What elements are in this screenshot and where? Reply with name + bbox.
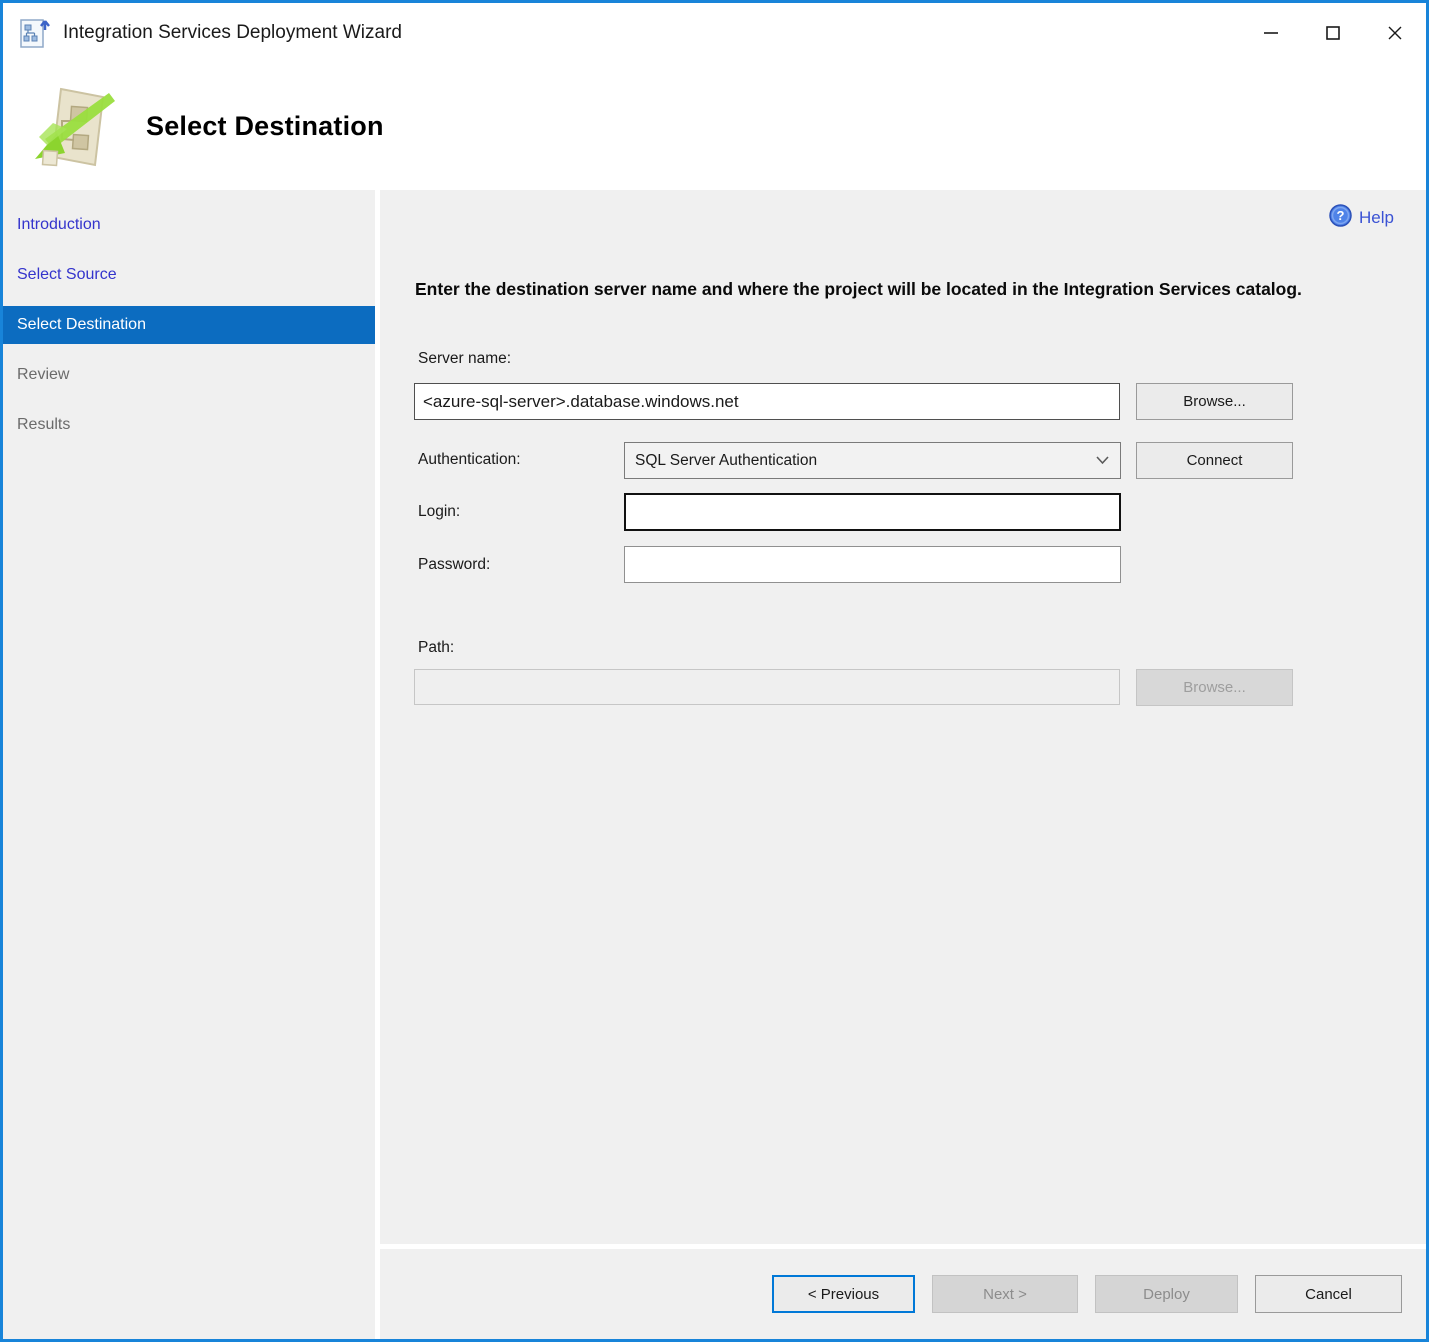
authentication-dropdown[interactable]: SQL Server Authentication	[624, 442, 1121, 479]
content-row: Introduction Select Source Select Destin…	[3, 190, 1426, 1339]
login-label: Login:	[418, 503, 461, 520]
title-bar: Integration Services Deployment Wizard	[3, 3, 1426, 63]
deployment-package-icon	[23, 79, 115, 173]
wizard-steps-sidebar: Introduction Select Source Select Destin…	[3, 190, 380, 1339]
sidebar-item-label: Review	[17, 366, 70, 383]
app-icon	[19, 16, 51, 50]
browse-server-button[interactable]: Browse...	[1136, 383, 1293, 420]
close-button[interactable]	[1364, 3, 1426, 63]
connect-button[interactable]: Connect	[1136, 442, 1293, 479]
sidebar-item-review[interactable]: Review	[3, 356, 375, 394]
window-title: Integration Services Deployment Wizard	[63, 22, 402, 43]
help-label: Help	[1359, 208, 1394, 227]
instruction-text: Enter the destination server name and wh…	[415, 279, 1302, 299]
sidebar-item-label: Select Source	[17, 266, 117, 283]
next-button: Next >	[932, 1275, 1078, 1313]
page-title: Select Destination	[146, 111, 384, 141]
password-label: Password:	[418, 556, 491, 573]
login-input[interactable]	[624, 493, 1121, 531]
sidebar-item-select-source[interactable]: Select Source	[3, 256, 375, 294]
wizard-window: Integration Services Deployment Wizard S…	[0, 0, 1429, 1342]
sidebar-item-label: Introduction	[17, 216, 101, 233]
chevron-down-icon	[1095, 452, 1110, 470]
window-controls	[1240, 3, 1426, 63]
server-name-input[interactable]	[414, 383, 1120, 420]
password-input[interactable]	[624, 546, 1121, 583]
wizard-header: Select Destination	[3, 63, 1426, 190]
svg-text:?: ?	[1337, 208, 1345, 223]
browse-path-button: Browse...	[1136, 669, 1293, 706]
cancel-button[interactable]: Cancel	[1255, 1275, 1402, 1313]
sidebar-item-label: Results	[17, 416, 71, 433]
help-link[interactable]: ? Help	[1329, 204, 1394, 232]
sidebar-item-results[interactable]: Results	[3, 406, 375, 444]
path-label: Path:	[418, 639, 455, 656]
authentication-label: Authentication:	[418, 451, 521, 468]
authentication-selected-value: SQL Server Authentication	[635, 451, 818, 469]
help-icon: ?	[1329, 204, 1352, 232]
deploy-button: Deploy	[1095, 1275, 1238, 1313]
sidebar-item-introduction[interactable]: Introduction	[3, 206, 375, 244]
path-input	[414, 669, 1120, 705]
maximize-button[interactable]	[1302, 3, 1364, 63]
sidebar-item-label: Select Destination	[17, 316, 146, 333]
sidebar-item-select-destination[interactable]: Select Destination	[3, 306, 375, 344]
minimize-button[interactable]	[1240, 3, 1302, 63]
server-name-label: Server name:	[418, 350, 512, 367]
wizard-footer: < Previous Next > Deploy Cancel	[380, 1244, 1426, 1339]
main-pane: ? Help Enter the destination server name…	[380, 190, 1426, 1339]
previous-button[interactable]: < Previous	[772, 1275, 915, 1313]
